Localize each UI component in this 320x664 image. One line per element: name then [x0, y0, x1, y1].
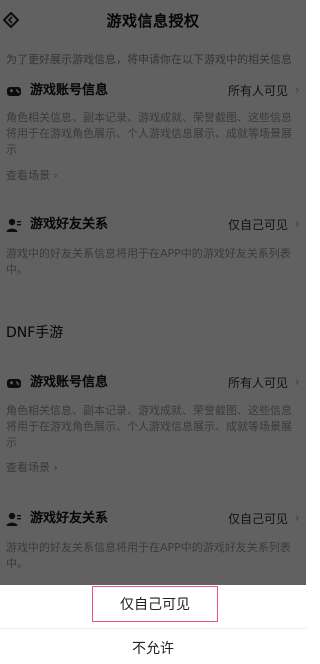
gamepad-icon: [7, 87, 21, 96]
divider: [0, 628, 306, 629]
header: 游戏信息授权: [0, 0, 306, 42]
friends-visibility-value: 仅自己可见: [227, 218, 288, 232]
account-info-desc: 角色相关信息、副本记录、游戏成就、荣誉截图、这些信息将用于在游戏角色展示、个人游…: [6, 111, 292, 156]
friends-title: 游戏好友关系: [30, 511, 109, 526]
friends-desc: 游戏中的好友关系信息将用于在APP中的游戏好友关系列表中。: [6, 541, 291, 570]
game-name: DNF手游: [6, 325, 64, 341]
page-title: 游戏信息授权: [106, 12, 200, 30]
visibility-action-sheet: 仅自己可见 不允许: [0, 585, 306, 664]
account-visibility-value: 所有人可见: [227, 376, 288, 390]
account-info-desc: 角色相关信息、副本记录、游戏成就、荣誉截图、这些信息将用于在游戏角色展示、个人游…: [6, 404, 292, 449]
chevron-right-icon: ›: [294, 375, 300, 390]
view-scene-label: 查看场景: [6, 169, 50, 182]
friends-row[interactable]: 游戏好友关系 仅自己可见 ›: [6, 510, 300, 528]
authorization-page: 游戏信息授权 为了更好展示游戏信息，将申请你在以下游戏中的相关信息 游戏账号信息…: [0, 0, 306, 585]
gamepad-icon: [7, 379, 21, 388]
friends-desc: 游戏中的好友关系信息将用于在APP中的游戏好友关系列表中。: [6, 247, 291, 276]
view-scene-link[interactable]: 查看场景 ›: [6, 460, 58, 476]
friends-visibility-value: 仅自己可见: [227, 512, 288, 526]
account-info-title: 游戏账号信息: [30, 83, 109, 98]
account-info-title: 游戏账号信息: [30, 375, 109, 390]
chevron-right-icon: ›: [53, 461, 58, 474]
view-scene-label: 查看场景: [6, 461, 50, 474]
deny-option[interactable]: 不允许: [0, 639, 306, 659]
account-visibility-value: 所有人可见: [227, 84, 288, 98]
user-icon: [6, 512, 21, 526]
chevron-right-icon: ›: [294, 511, 300, 526]
account-info-row[interactable]: 游戏账号信息 所有人可见 ›: [6, 374, 300, 392]
friends-row[interactable]: 游戏好友关系 仅自己可见 ›: [6, 216, 300, 234]
chevron-right-icon: ›: [294, 83, 300, 98]
intro-text: 为了更好展示游戏信息，将申请你在以下游戏中的相关信息: [6, 53, 292, 66]
account-info-row[interactable]: 游戏账号信息 所有人可见 ›: [6, 82, 300, 100]
friends-title: 游戏好友关系: [30, 217, 109, 232]
only-me-option[interactable]: 仅自己可见: [92, 586, 218, 622]
chevron-right-icon: ›: [53, 169, 58, 182]
chevron-right-icon: ›: [294, 217, 300, 232]
view-scene-link[interactable]: 查看场景 ›: [6, 168, 58, 184]
user-icon: [6, 218, 21, 232]
